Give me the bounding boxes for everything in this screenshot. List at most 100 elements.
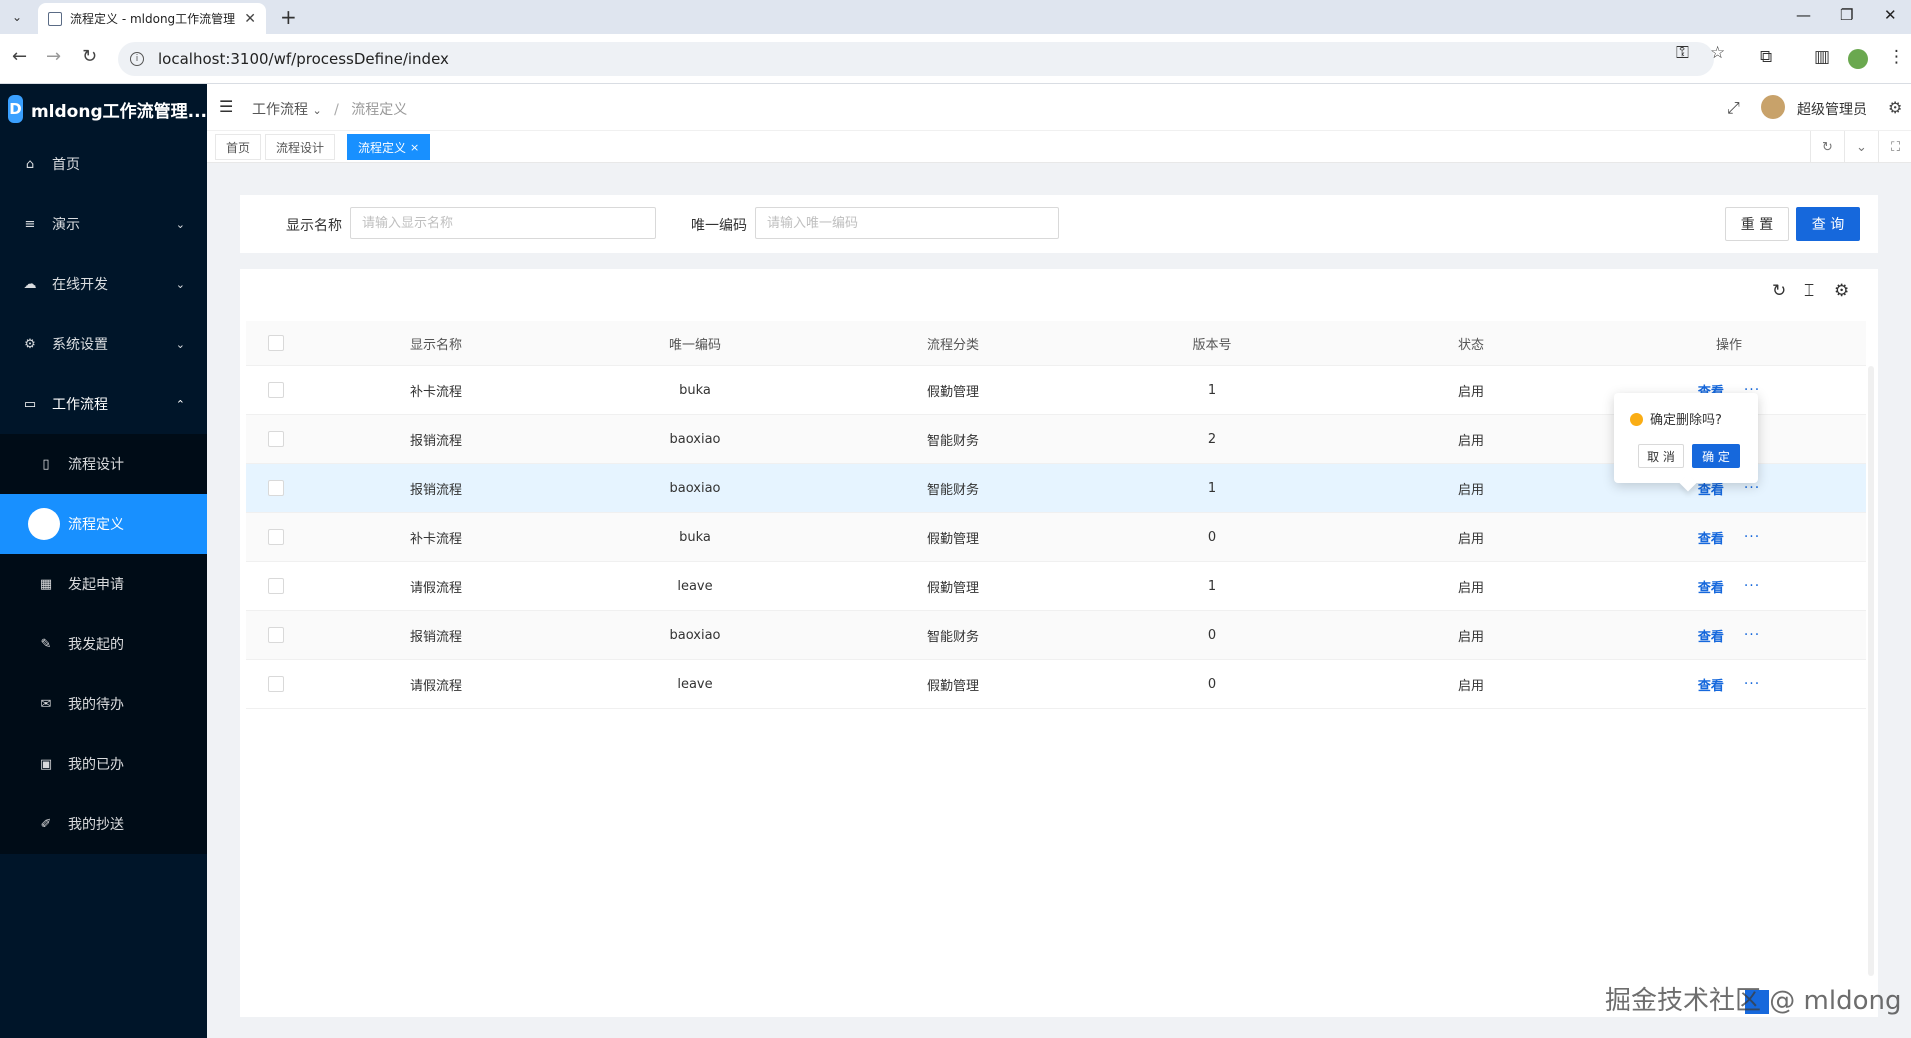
sidebar-item-my-todo[interactable]: ✉ 我的待办 <box>0 674 207 734</box>
table-row[interactable]: 请假流程 leave 假勤管理 1 启用 查看 ··· <box>246 562 1866 611</box>
select-all-checkbox[interactable] <box>268 335 284 351</box>
sidebar-item-my-done[interactable]: ▣ 我的已办 <box>0 734 207 794</box>
minimize-icon[interactable]: — <box>1796 6 1811 24</box>
tab-process-design[interactable]: 流程设计 <box>265 134 336 160</box>
sidepanel-icon[interactable]: ▥ <box>1814 47 1830 67</box>
maximize-icon[interactable]: ⛶ <box>1878 131 1911 163</box>
user-name[interactable]: 超级管理员 <box>1797 99 1867 119</box>
sidebar-item-label: 演示 <box>52 217 80 233</box>
avatar[interactable] <box>1761 95 1785 119</box>
table-scrollbar[interactable] <box>1868 366 1874 976</box>
menu-fold-icon[interactable]: ☰ <box>219 97 233 116</box>
reload-icon[interactable]: ↻ <box>82 46 97 67</box>
code-search-input[interactable] <box>755 207 1059 239</box>
sidebar-item-home[interactable]: ⌂ 首页 <box>0 134 207 194</box>
table-row[interactable]: 报销流程 baoxiao 智能财务 0 启用 查看 ··· <box>246 611 1866 660</box>
pen-icon: ✐ <box>40 816 52 832</box>
cell-name: 报销流程 <box>409 482 462 498</box>
col-header[interactable]: 显示名称 <box>306 321 566 365</box>
row-checkbox[interactable] <box>268 627 284 643</box>
tab-search-button[interactable]: ⌄ <box>6 6 28 28</box>
row-checkbox[interactable] <box>268 578 284 594</box>
row-checkbox[interactable] <box>268 431 284 447</box>
sidebar-item-process-design[interactable]: ▯ 流程设计 <box>0 434 207 494</box>
key-icon[interactable]: ⚿ <box>1676 43 1689 63</box>
restore-icon[interactable]: ❐ <box>1840 6 1853 24</box>
cell-status: 启用 <box>1457 629 1484 645</box>
sidebar-item-demo[interactable]: ≡ 演示 ⌄ <box>0 194 207 254</box>
more-actions-icon[interactable]: ··· <box>1744 676 1760 692</box>
reset-button[interactable]: 重 置 <box>1725 207 1789 241</box>
row-checkbox[interactable] <box>268 676 284 692</box>
sidebar-item-label: 流程定义 <box>68 517 124 533</box>
sidebar-item-settings[interactable]: ⚙ 系统设置 ⌄ <box>0 314 207 374</box>
sidebar-item-my-started[interactable]: ✎ 我发起的 <box>0 614 207 674</box>
url-omnibox[interactable]: i localhost:3100/wf/processDefine/index <box>118 42 1714 76</box>
cell-actions: 查看 ··· <box>1600 562 1858 610</box>
sidebar-item-process-define[interactable]: 流程定义 <box>0 494 207 554</box>
desktop-icon: ▭ <box>23 396 37 412</box>
forward-icon[interactable]: → <box>46 46 61 67</box>
cloud-icon: ☁ <box>23 276 37 292</box>
cell-category: 假勤管理 <box>926 678 979 694</box>
popconfirm-message: 确定删除吗? <box>1650 413 1722 428</box>
row-checkbox[interactable] <box>268 382 284 398</box>
url-text[interactable]: localhost:3100/wf/processDefine/index <box>158 50 449 68</box>
tab-home[interactable]: 首页 <box>215 134 262 160</box>
settings-gear-icon[interactable]: ⚙ <box>1888 98 1902 117</box>
popconfirm-cancel-button[interactable]: 取 消 <box>1638 444 1684 468</box>
breadcrumb: 工作流程 ⌄ / 流程定义 <box>252 99 407 119</box>
fullscreen-icon[interactable]: ⤢ <box>1727 98 1740 118</box>
profile-avatar[interactable] <box>1848 49 1868 69</box>
cell-code: leave <box>677 578 713 594</box>
col-header[interactable]: 流程分类 <box>824 321 1082 365</box>
view-link[interactable]: 查看 <box>1698 577 1724 596</box>
view-link[interactable]: 查看 <box>1698 675 1724 694</box>
back-icon[interactable]: ← <box>12 46 27 67</box>
more-actions-icon[interactable]: ··· <box>1744 627 1760 643</box>
col-header[interactable]: 唯一编码 <box>566 321 824 365</box>
browser-tab-strip: ⌄ 流程定义 - mldong工作流管理 ✕ + — ❐ ✕ <box>0 0 1911 34</box>
close-tab-icon[interactable]: × <box>410 141 419 154</box>
cell-actions: 查看 ··· <box>1600 513 1858 561</box>
browser-tab[interactable]: 流程定义 - mldong工作流管理 ✕ <box>38 3 266 34</box>
extensions-icon[interactable]: ⧉ <box>1760 47 1772 67</box>
row-checkbox[interactable] <box>268 480 284 496</box>
browser-menu-icon[interactable]: ⋮ <box>1888 47 1905 67</box>
address-bar: ← → ↻ i localhost:3100/wf/processDefine/… <box>0 34 1911 84</box>
chevron-down-icon[interactable]: ⌄ <box>1844 131 1878 163</box>
view-link[interactable]: 查看 <box>1698 528 1724 547</box>
cell-category: 假勤管理 <box>926 531 979 547</box>
app-logo[interactable]: D mldong工作流管理... <box>0 84 207 134</box>
refresh-icon[interactable]: ↻ <box>1772 281 1786 301</box>
breadcrumb-parent[interactable]: 工作流程 <box>252 102 308 118</box>
refresh-tab-icon[interactable]: ↻ <box>1810 131 1844 163</box>
sidebar-item-workflow[interactable]: ▭ 工作流程 ⌃ <box>0 374 207 434</box>
close-window-icon[interactable]: ✕ <box>1884 6 1897 24</box>
edit-icon: ✎ <box>40 636 52 652</box>
view-link[interactable]: 查看 <box>1698 626 1724 645</box>
tab-process-define[interactable]: 流程定义 × <box>347 134 431 160</box>
column-height-icon[interactable]: ⌶ <box>1804 281 1814 301</box>
chevron-down-icon: ⌄ <box>175 277 185 291</box>
more-actions-icon[interactable]: ··· <box>1744 578 1760 594</box>
more-actions-icon[interactable]: ··· <box>1744 529 1760 545</box>
table-row[interactable]: 补卡流程 buka 假勤管理 0 启用 查看 ··· <box>246 513 1866 562</box>
sidebar-item-online-dev[interactable]: ☁ 在线开发 ⌄ <box>0 254 207 314</box>
table-row[interactable]: 请假流程 leave 假勤管理 0 启用 查看 ··· <box>246 660 1866 709</box>
tab-label: 流程定义 <box>358 140 407 155</box>
row-checkbox[interactable] <box>268 529 284 545</box>
new-tab-button[interactable]: + <box>280 5 297 29</box>
col-header[interactable]: 状态 <box>1342 321 1600 365</box>
popconfirm-ok-button[interactable]: 确 定 <box>1692 444 1740 468</box>
sidebar-item-label: 系统设置 <box>52 337 108 353</box>
name-search-input[interactable] <box>350 207 656 239</box>
site-info-icon[interactable]: i <box>130 52 144 66</box>
col-header[interactable]: 版本号 <box>1082 321 1342 365</box>
close-tab-icon[interactable]: ✕ <box>244 11 256 27</box>
star-icon[interactable]: ☆ <box>1710 43 1725 63</box>
sidebar-item-my-cc[interactable]: ✐ 我的抄送 <box>0 794 207 854</box>
setting-icon[interactable]: ⚙ <box>1834 281 1849 301</box>
query-button[interactable]: 查 询 <box>1796 207 1860 241</box>
sidebar-item-start-apply[interactable]: ▦ 发起申请 <box>0 554 207 614</box>
